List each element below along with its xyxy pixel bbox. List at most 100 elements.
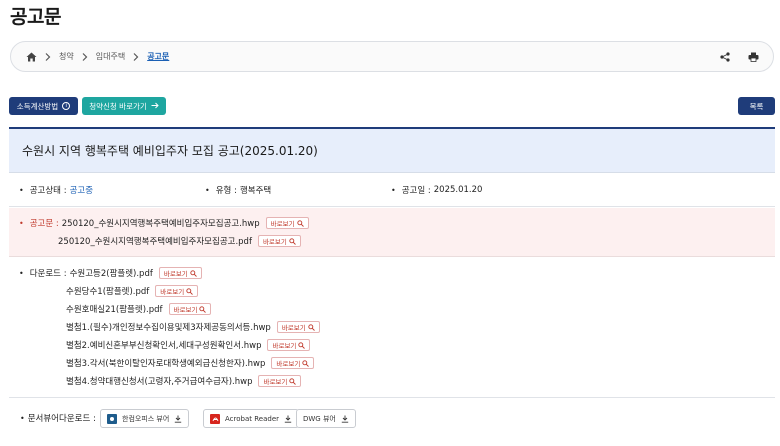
status-cell: • 공고상태 : 공고중 [19,184,94,197]
view-button[interactable]: 바로보기 [267,339,311,351]
notice-file-link[interactable]: 250120_수원시지역행복주택예비입주자모집공고.hwp [62,217,260,229]
view-button-label: 바로보기 [263,378,288,386]
dwg-viewer-label: DWG 뷰어 [303,414,336,423]
notice-files-label: 공고문 : [29,219,59,229]
notice-file-row: • 공고문 : 250120_수원시지역행복주택예비입주자모집공고.hwp 바로… [19,217,309,229]
magnifier-icon [302,359,310,367]
type-label: 유형 : [215,186,237,196]
notice-title: 수원시 지역 행복주택 예비입주자 모집 공고(2025.01.20) [22,144,318,158]
page-title: 공고문 [10,6,61,28]
arrow-right-icon [151,102,159,111]
magnifier-icon [190,269,197,277]
download-row: 수원당수1(팜플렛).pdf 바로보기 [66,285,199,297]
view-button[interactable]: 바로보기 [258,375,302,387]
breadcrumb-current[interactable]: 공고문 [147,51,169,62]
download-row: 별첨1.(필수)개인정보수집이용및제3자제공동의서등.hwp 바로보기 [66,321,320,333]
bullet-icon: • [391,185,396,195]
status-badge: 공고중 [69,186,94,196]
share-icon[interactable] [719,51,731,63]
page-tools [719,51,759,63]
type-cell: • 유형 : 행복주택 [205,184,272,197]
download-file-link[interactable]: 별첨1.(필수)개인정보수집이용및제3자제공동의서등.hwp [66,321,271,333]
download-icon [174,415,182,423]
bullet-icon: • [19,268,24,278]
date-label: 공고일 : [401,186,431,196]
view-button[interactable]: 바로보기 [168,303,212,315]
hancom-viewer-button[interactable]: 한컴오피스 뷰어 [100,409,190,428]
download-row: 수원호매실21(팜플렛).pdf 바로보기 [66,303,212,315]
acrobat-reader-label: Acrobat Reader [225,414,279,423]
view-button[interactable]: 바로보기 [155,285,199,297]
view-button-label: 바로보기 [276,360,301,368]
view-button-label: 바로보기 [272,342,297,350]
magnifier-icon [289,377,297,385]
bullet-icon: • [205,185,210,195]
acrobat-reader-button[interactable]: Acrobat Reader [203,409,299,428]
home-icon[interactable] [25,51,37,63]
income-calc-label: 소득계산방법 [16,101,59,111]
hancom-icon [107,413,117,424]
date-value: 2025.01.20 [433,185,483,195]
magnifier-icon [186,287,194,295]
hancom-viewer-label: 한컴오피스 뷰어 [122,414,170,423]
view-button[interactable]: 바로보기 [271,357,315,369]
viewer-label-text: 문서뷰어다운로드 : [27,414,96,424]
view-button-label: 바로보기 [281,324,306,332]
download-row: 별첨3.각서(북한이탈인자로대학생예외급신청한자).hwp 바로보기 [66,357,315,369]
view-button-label: 바로보기 [163,270,188,278]
download-row: 별첨2.예비신혼부부신청확인서,세대구성원확인서.hwp 바로보기 [66,339,311,351]
notice-files-section: • 공고문 : 250120_수원시지역행복주택예비입주자모집공고.hwp 바로… [9,208,775,257]
download-icon [341,415,349,423]
view-button-label: 바로보기 [160,288,185,296]
download-row: 별첨4.청약대행신청서(고령자,주거급여수급자).hwp 바로보기 [66,375,302,387]
status-label: 공고상태 : [29,186,67,196]
apply-shortcut-button[interactable]: 청약신청 바로가기 [82,97,166,115]
date-cell: • 공고일 : 2025.01.20 [391,184,482,196]
acrobat-icon [210,413,220,424]
magnifier-icon [308,323,315,331]
download-file-link[interactable]: 별첨2.예비신혼부부신청확인서,세대구성원확인서.hwp [66,339,261,351]
view-button[interactable]: 바로보기 [257,235,301,247]
chevron-right-icon [133,52,139,61]
bullet-icon: • [19,218,24,228]
breadcrumb-item-subscription[interactable]: 청약 [59,51,74,62]
download-file-link[interactable]: 별첨4.청약대행신청서(고령자,주거급여수급자).hwp [66,375,252,387]
viewer-label: • 문서뷰어다운로드 : [20,412,96,425]
magnifier-icon [298,341,306,349]
view-button-label: 바로보기 [270,220,295,228]
download-file-link[interactable]: 수원고등2(팜플렛).pdf [70,267,153,279]
view-button-label: 바로보기 [262,238,287,246]
chevron-right-icon [82,52,88,61]
magnifier-icon [296,219,304,227]
download-file-link[interactable]: 수원호매실21(팜플렛).pdf [66,303,163,315]
download-file-link[interactable]: 별첨3.각서(북한이탈인자로대학생예외급신청한자).hwp [66,357,265,369]
chevron-right-icon [45,52,51,61]
notice-title-box: 수원시 지역 행복주택 예비입주자 모집 공고(2025.01.20) [9,129,775,173]
view-button-label: 바로보기 [173,306,198,314]
view-button[interactable]: 바로보기 [276,321,320,333]
income-calc-button[interactable]: 소득계산방법 i [9,97,78,115]
print-icon[interactable] [747,51,759,63]
magnifier-icon [199,305,207,313]
download-file-link[interactable]: 수원당수1(팜플렛).pdf [66,285,149,297]
downloads-section: • 다운로드 : 수원고등2(팜플렛).pdf 바로보기 수원당수1(팜플렛).… [9,258,775,398]
bullet-icon: • [20,413,25,423]
view-button[interactable]: 바로보기 [158,267,202,279]
type-value: 행복주택 [239,186,272,196]
dwg-viewer-button[interactable]: DWG 뷰어 [296,409,356,428]
notice-info-row: • 공고상태 : 공고중 • 유형 : 행복주택 • 공고일 : 2025.01… [9,174,775,207]
list-button[interactable]: 목록 [738,97,775,115]
download-icon [284,415,292,423]
notice-file-row: 250120_수원시지역행복주택예비입주자모집공고.pdf 바로보기 [58,235,301,247]
notice-file-link[interactable]: 250120_수원시지역행복주택예비입주자모집공고.pdf [58,235,252,247]
downloads-label: 다운로드 : [29,269,67,279]
view-button[interactable]: 바로보기 [265,217,309,229]
magnifier-icon [289,237,296,245]
breadcrumb-item-rental[interactable]: 임대주택 [96,51,125,62]
info-icon: i [62,102,71,110]
apply-shortcut-label: 청약신청 바로가기 [89,101,147,111]
download-row: • 다운로드 : 수원고등2(팜플렛).pdf 바로보기 [19,267,202,279]
bullet-icon: • [19,185,24,195]
breadcrumb: 청약 임대주택 공고문 [10,41,774,72]
viewer-download-row: • 문서뷰어다운로드 : 한컴오피스 뷰어 Acrobat Reader DWG… [9,400,775,438]
